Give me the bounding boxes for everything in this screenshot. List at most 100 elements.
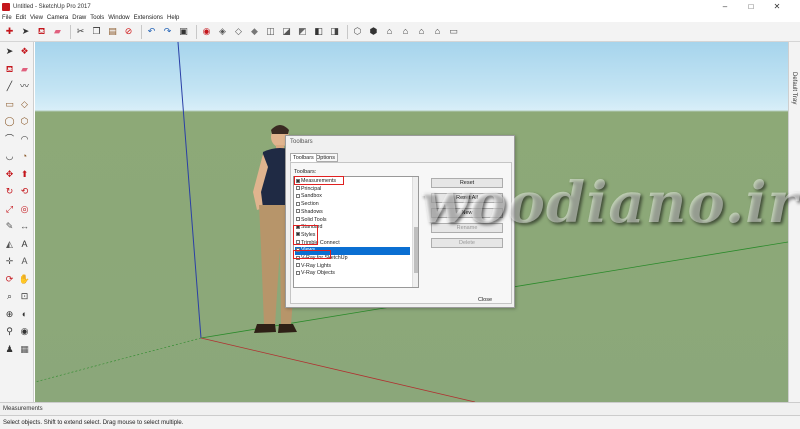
toolbar-list-item[interactable]: Section xyxy=(295,201,410,209)
toolbar-list-item[interactable]: V-Ray Objects xyxy=(295,270,410,278)
paint-bucket-icon[interactable]: ⛾ xyxy=(35,25,48,38)
paste-icon[interactable]: ▤ xyxy=(106,25,119,38)
menu-draw[interactable]: Draw xyxy=(72,15,86,21)
left-view-icon[interactable]: ⌂ xyxy=(431,25,444,38)
print-icon[interactable]: ▣ xyxy=(177,25,190,38)
menu-edit[interactable]: Edit xyxy=(16,15,26,21)
dimension-tool-icon[interactable]: ↔ xyxy=(18,220,31,233)
cut-icon[interactable]: ✂ xyxy=(74,25,87,38)
tape-measure-icon[interactable]: ✎ xyxy=(3,220,16,233)
maximize-button[interactable]: □ xyxy=(740,0,762,13)
checkbox-icon[interactable] xyxy=(296,240,300,245)
scale-tool-icon[interactable]: ⤢ xyxy=(3,203,16,216)
styles-icon[interactable]: ◈ xyxy=(216,25,229,38)
checkbox-checked-icon[interactable] xyxy=(296,247,300,252)
checkbox-checked-icon[interactable] xyxy=(296,224,300,229)
offset-tool-icon[interactable]: ◎ xyxy=(18,203,31,216)
select-icon[interactable]: ➤ xyxy=(19,25,32,38)
zoom-extents-icon[interactable]: ⊕ xyxy=(3,308,16,321)
eraser-tool-icon[interactable]: ▰ xyxy=(18,63,31,76)
rotate-tool-icon[interactable]: ↻ xyxy=(3,185,16,198)
line-tool-icon[interactable]: ╱ xyxy=(3,80,16,93)
copy-icon[interactable]: ❐ xyxy=(90,25,103,38)
toolbar-list-item[interactable]: Standard xyxy=(295,224,410,232)
pie-tool-icon[interactable]: ◔ xyxy=(18,150,31,163)
checkbox-icon[interactable] xyxy=(296,209,300,214)
toolbar-list-item[interactable]: V-Ray Lights xyxy=(295,263,410,271)
tab-toolbars[interactable]: Toolbars xyxy=(290,153,317,162)
wireframe-icon[interactable]: ◫ xyxy=(264,25,277,38)
minimize-button[interactable]: – xyxy=(714,0,736,13)
protractor-icon[interactable]: ◭ xyxy=(3,238,16,251)
menu-camera[interactable]: Camera xyxy=(47,15,68,21)
shaded-icon[interactable]: ◩ xyxy=(296,25,309,38)
toolbar-list-item[interactable]: Sandbox xyxy=(295,193,410,201)
position-camera-icon[interactable]: ⚲ xyxy=(3,325,16,338)
front-view-icon[interactable]: ⌂ xyxy=(383,25,396,38)
checkbox-icon[interactable] xyxy=(296,186,300,191)
getting-started-icon[interactable]: ✚ xyxy=(3,25,16,38)
shaded-textures-icon[interactable]: ◧ xyxy=(312,25,325,38)
orbit-tool-icon[interactable]: ⟳ xyxy=(3,273,16,286)
push-pull-tool-icon[interactable]: ⬆ xyxy=(18,168,31,181)
delete-icon[interactable]: ⊘ xyxy=(122,25,135,38)
redo-icon[interactable]: ↷ xyxy=(161,25,174,38)
toolbar-list-item[interactable]: Measurements xyxy=(295,178,410,186)
measurements-box[interactable]: Measurements xyxy=(0,402,800,415)
undo-icon[interactable]: ↶ xyxy=(145,25,158,38)
axes-tool-icon[interactable]: ✛ xyxy=(3,255,16,268)
menu-help[interactable]: Help xyxy=(167,15,179,21)
xray-icon[interactable]: ◇ xyxy=(232,25,245,38)
make-component-icon[interactable]: ❖ xyxy=(18,45,31,58)
circle-tool-icon[interactable]: ◯ xyxy=(3,115,16,128)
rotated-rect-tool-icon[interactable]: ◇ xyxy=(18,98,31,111)
hidden-line-icon[interactable]: ◪ xyxy=(280,25,293,38)
zoom-window-icon[interactable]: ⊡ xyxy=(18,290,31,303)
walk-tool-icon[interactable]: ♟ xyxy=(3,343,16,356)
bottom-view-icon[interactable]: ▭ xyxy=(447,25,460,38)
look-around-icon[interactable]: ◉ xyxy=(18,325,31,338)
freehand-tool-icon[interactable]: 〰 xyxy=(18,80,31,93)
menu-file[interactable]: File xyxy=(2,15,12,21)
toolbar-list-item[interactable]: Views xyxy=(295,247,410,255)
iso-view-icon[interactable]: ⬡ xyxy=(351,25,364,38)
select-tool-icon[interactable]: ➤ xyxy=(3,45,16,58)
polygon-tool-icon[interactable]: ⬡ xyxy=(18,115,31,128)
checkbox-icon[interactable] xyxy=(296,263,300,268)
two-point-arc-icon[interactable]: ◠ xyxy=(18,133,31,146)
toolbar-list-item[interactable]: V-Ray for SketchUp xyxy=(295,255,410,263)
back-edges-icon[interactable]: ◆ xyxy=(248,25,261,38)
checkbox-icon[interactable] xyxy=(296,270,300,275)
toolbar-list-item[interactable]: Trimble Connect xyxy=(295,240,410,248)
menu-extensions[interactable]: Extensions xyxy=(134,15,163,21)
menu-view[interactable]: View xyxy=(30,15,43,21)
toolbar-list-item[interactable]: Solid Tools xyxy=(295,217,410,225)
delete-button[interactable]: Delete xyxy=(431,238,503,248)
paint-tool-icon[interactable]: ⛾ xyxy=(3,63,16,76)
checkbox-checked-icon[interactable] xyxy=(296,178,300,183)
listbox-scrollbar[interactable] xyxy=(412,177,418,287)
text-tool-icon[interactable]: A xyxy=(18,238,31,251)
checkbox-icon[interactable] xyxy=(296,193,300,198)
toolbars-listbox[interactable]: Measurements Principal Sandbox Section Shado… xyxy=(293,176,419,288)
model-info-icon[interactable]: ◉ xyxy=(200,25,213,38)
right-view-icon[interactable]: ⌂ xyxy=(399,25,412,38)
menu-window[interactable]: Window xyxy=(108,15,129,21)
checkbox-checked-icon[interactable] xyxy=(296,232,300,237)
eraser-icon[interactable]: ▰ xyxy=(51,25,64,38)
rectangle-tool-icon[interactable]: ▭ xyxy=(3,98,16,111)
checkbox-icon[interactable] xyxy=(296,201,300,206)
toolbar-list-item[interactable]: Principal xyxy=(295,186,410,194)
scrollbar-thumb[interactable] xyxy=(414,227,418,273)
menu-tools[interactable]: Tools xyxy=(90,15,104,21)
checkbox-icon[interactable] xyxy=(296,255,300,260)
section-plane-icon[interactable]: ▦ xyxy=(18,343,31,356)
checkbox-icon[interactable] xyxy=(296,217,300,222)
top-view-icon[interactable]: ⬢ xyxy=(367,25,380,38)
toolbar-list-item[interactable]: Shadows xyxy=(295,209,410,217)
back-view-icon[interactable]: ⌂ xyxy=(415,25,428,38)
zoom-tool-icon[interactable]: ⌕ xyxy=(3,290,16,303)
arc-tool-icon[interactable]: ⌒ xyxy=(3,133,16,146)
toolbar-list-item[interactable]: Styles xyxy=(295,232,410,240)
pan-tool-icon[interactable]: ✋ xyxy=(18,273,31,286)
